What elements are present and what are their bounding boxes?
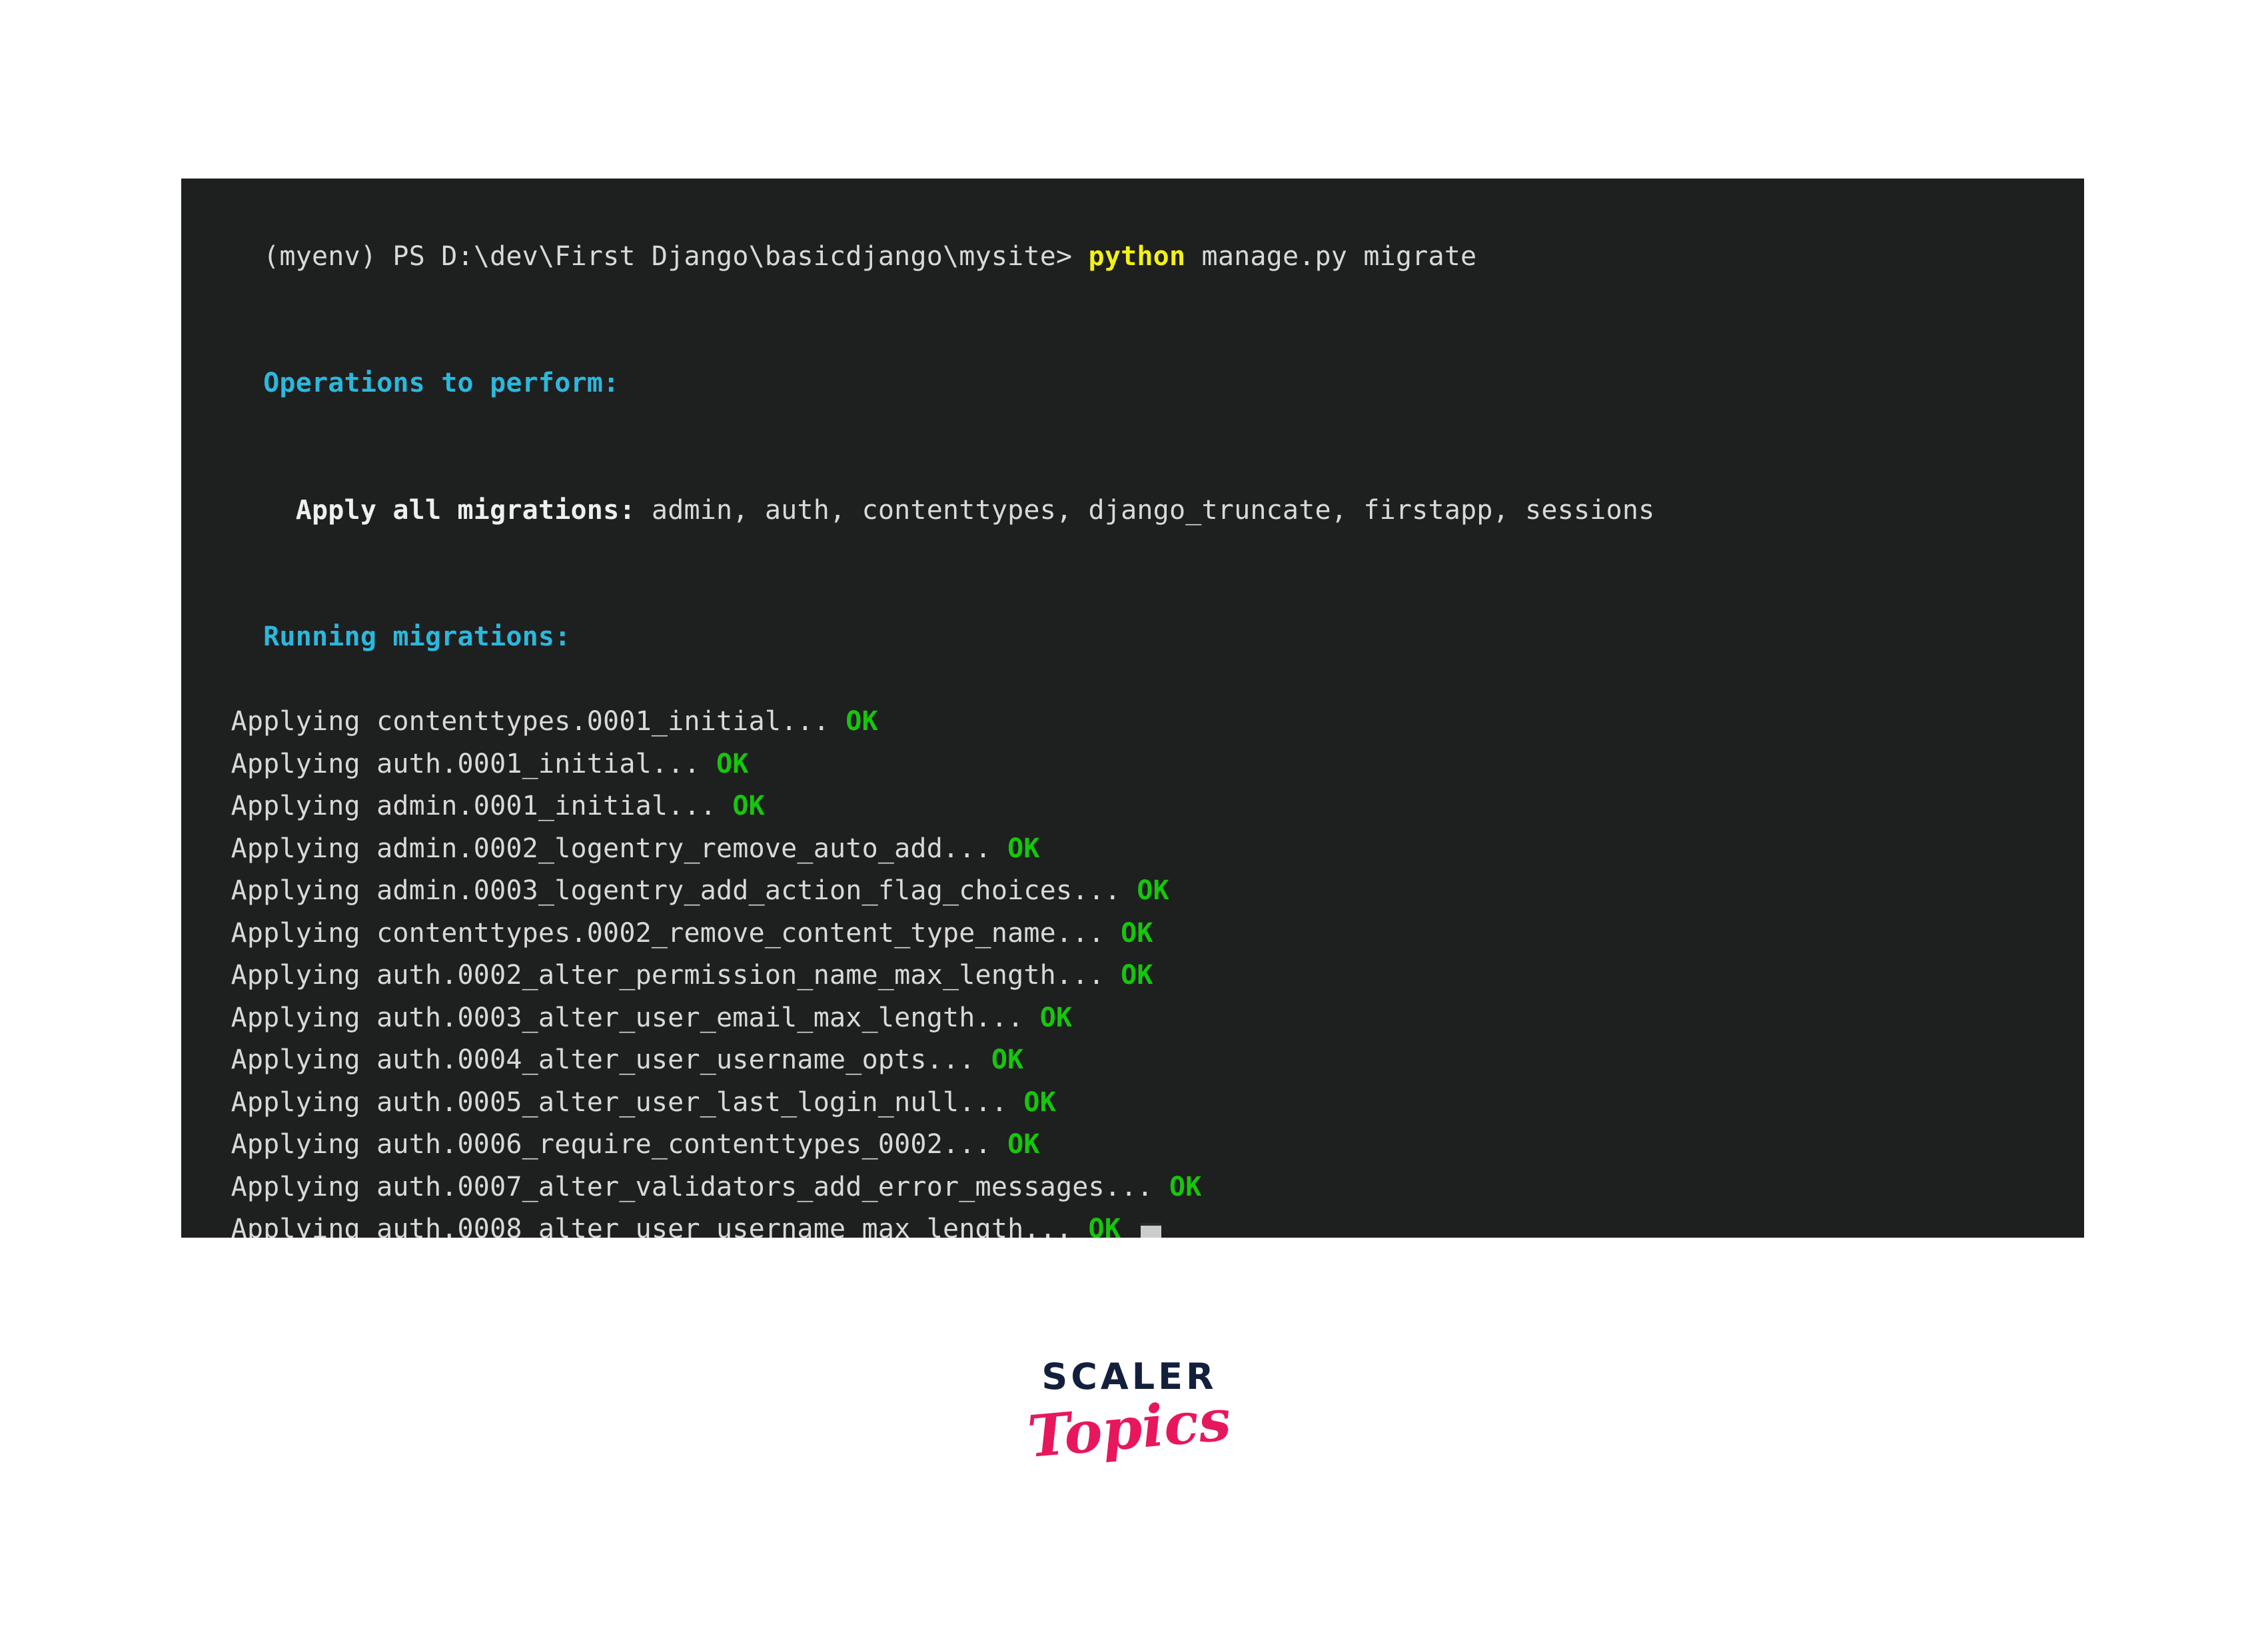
migration-label: Applying auth.0004_alter_user_username_o… [199,1044,975,1075]
migration-status: OK [1088,1214,1121,1238]
migration-label: Applying contenttypes.0002_remove_conten… [199,917,1105,949]
terminal-window[interactable]: (myenv) PS D:\dev\First Django\basicdjan… [181,179,2084,1238]
migration-spacer [1072,1214,1088,1238]
migration-label: Applying auth.0002_alter_permission_name… [199,960,1105,991]
migration-line: Applying contenttypes.0001_initial... OK [181,701,2084,743]
migration-label: Applying admin.0003_logentry_add_action_… [199,875,1121,906]
shell-indicator: PS [392,240,442,272]
migration-spacer [830,706,846,737]
running-migrations-header: Running migrations: [181,574,2084,701]
migration-status: OK [1121,917,1153,949]
migration-line: Applying admin.0003_logentry_add_action_… [181,870,2084,913]
migration-status: OK [1137,875,1169,906]
migration-label: Applying contenttypes.0001_initial... [199,706,830,737]
migration-line: Applying contenttypes.0002_remove_conten… [181,913,2084,955]
operations-to-perform-header: Operations to perform: [181,320,2084,448]
migration-line: Applying auth.0006_require_contenttypes_… [181,1124,2084,1166]
migration-status: OK [1023,1086,1056,1118]
migration-spacer [1121,875,1137,906]
operations-to-perform-label: Operations to perform: [263,368,620,398]
migration-label: Applying auth.0001_initial... [199,748,700,779]
migration-spacer [1023,1003,1039,1033]
migration-label: Applying admin.0001_initial... [199,791,717,821]
migration-label: Applying auth.0003_alter_user_email_max_… [199,1002,1024,1033]
apply-all-migrations-label: Apply all migrations: [263,494,636,526]
migration-line: Applying auth.0003_alter_user_email_max_… [181,997,2084,1040]
migration-label: Applying auth.0006_require_contenttypes_… [199,1129,991,1160]
migration-spacer [991,1129,1007,1160]
apply-all-migrations-line: Apply all migrations: admin, auth, conte… [181,447,2084,574]
terminal-prompt-line: (myenv) PS D:\dev\First Django\basicdjan… [181,193,2084,320]
command-keyword: python [1088,240,1186,272]
command-arguments: manage.py migrate [1185,240,1477,272]
migration-status: OK [1121,960,1153,991]
migration-line: Applying admin.0001_initial... OK [181,785,2084,828]
migration-line: Applying auth.0005_alter_user_last_login… [181,1082,2084,1124]
migration-label: Applying auth.0005_alter_user_last_login… [199,1086,1008,1118]
migration-spacer [991,833,1007,864]
apply-all-migrations-apps: admin, auth, contenttypes, django_trunca… [635,494,1655,526]
migration-status: OK [732,791,765,821]
migration-spacer [1153,1172,1169,1202]
migration-status: OK [1007,1129,1040,1160]
migration-label: Applying auth.0007_alter_validators_add_… [199,1171,1153,1202]
migration-spacer [716,791,732,821]
migration-line: Applying auth.0007_alter_validators_add_… [181,1166,2084,1209]
migration-label: Applying admin.0002_logentry_remove_auto… [199,833,991,864]
migration-line: Applying auth.0001_initial... OK [181,743,2084,786]
working-directory-path: D:\dev\First Django\basicdjango\mysite> [441,240,1089,272]
migration-status: OK [1007,833,1040,864]
migration-line: Applying auth.0002_alter_permission_name… [181,955,2084,997]
migration-line: Applying admin.0002_logentry_remove_auto… [181,828,2084,871]
migration-status: OK [846,706,878,737]
migration-spacer [700,749,716,779]
terminal-cursor [1141,1223,1161,1238]
running-migrations-label: Running migrations: [263,621,571,652]
migration-output-list: Applying contenttypes.0001_initial... OK… [181,701,2084,1238]
logo-wordmark-topics: Topics [1025,1386,1234,1471]
migration-status: OK [716,748,749,779]
migration-spacer [1105,918,1121,949]
migration-status: OK [991,1044,1024,1075]
venv-indicator: (myenv) [263,240,393,272]
migration-label: Applying auth.0008_alter_user_username_m… [199,1214,1073,1238]
migration-spacer [975,1044,991,1075]
migration-status: OK [1039,1002,1073,1033]
scaler-topics-logo: SCALER Topics [1019,1359,1239,1519]
migration-line: Applying auth.0004_alter_user_username_o… [181,1039,2084,1082]
migration-spacer [1105,960,1121,991]
migration-line: Applying auth.0008_alter_user_username_m… [181,1208,2084,1238]
migration-status: OK [1169,1171,1202,1202]
migration-spacer [1007,1087,1023,1118]
